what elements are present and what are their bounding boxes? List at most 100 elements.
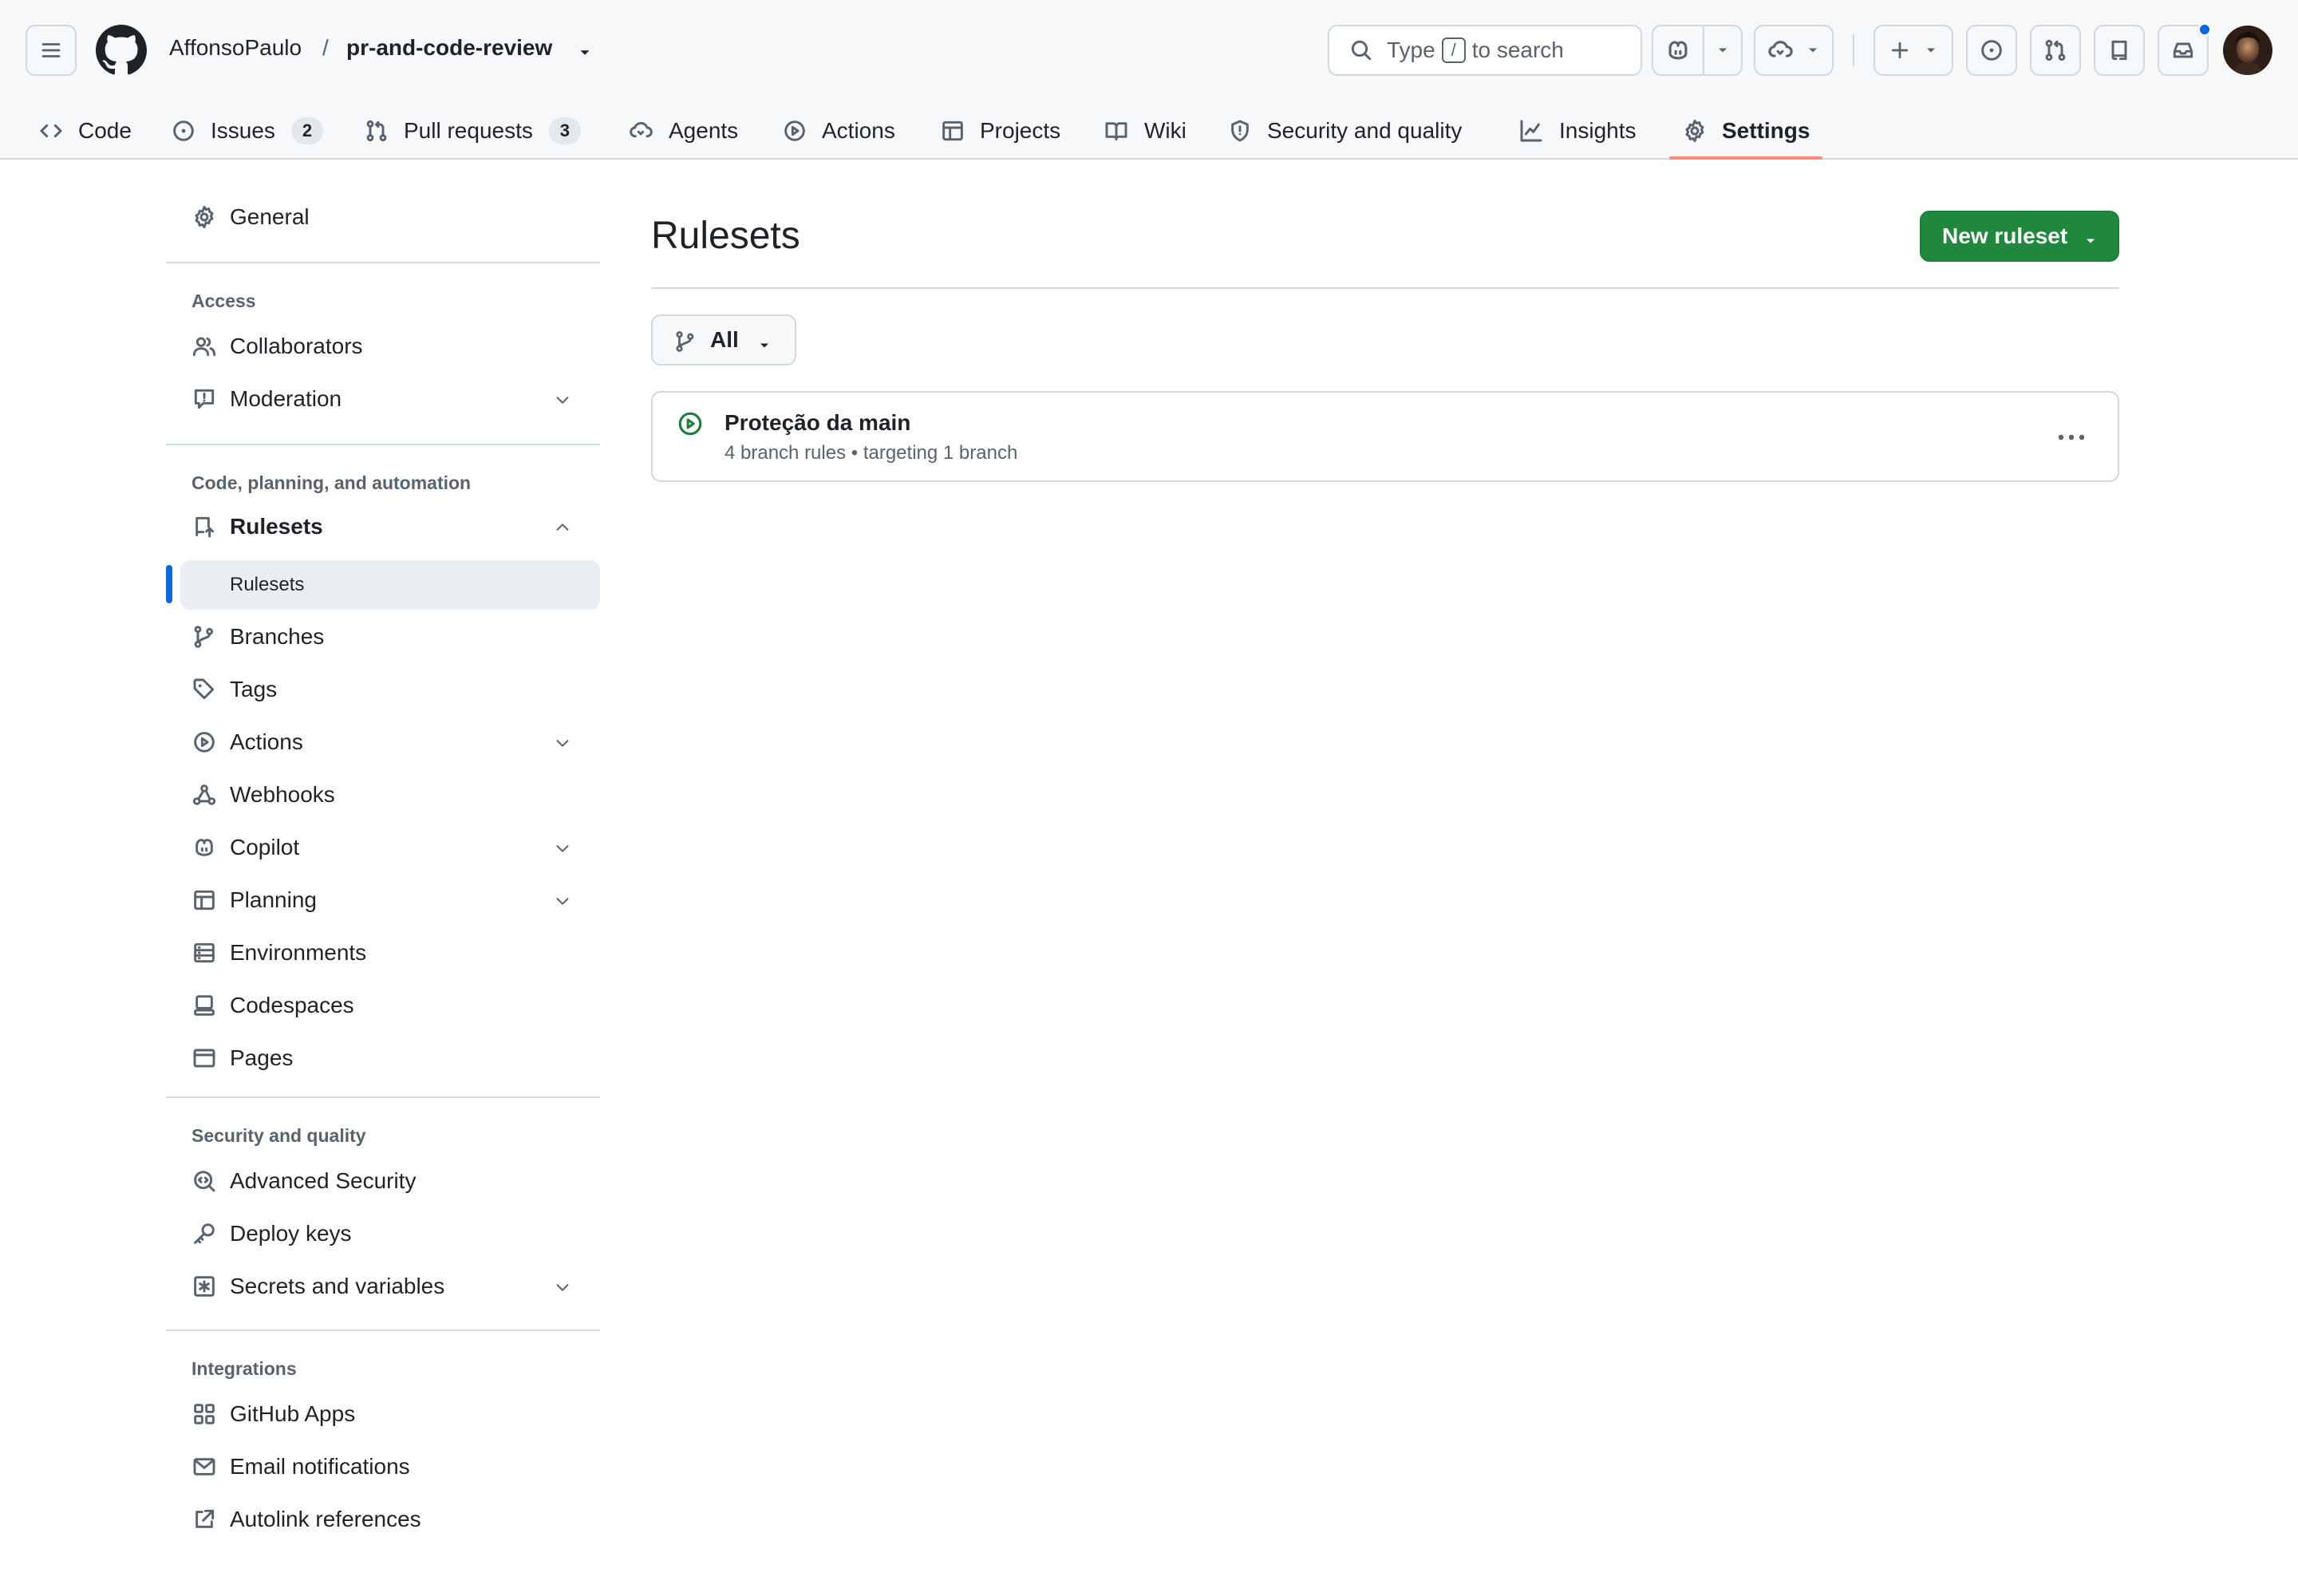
chevron-down-icon: [556, 740, 569, 747]
copilot-icon: [195, 839, 213, 856]
mail-icon: [193, 1458, 215, 1476]
section-heading-security: Security and quality: [192, 1125, 366, 1146]
new-ruleset-button[interactable]: New ruleset: [1920, 211, 2119, 262]
your-pull-requests-button[interactable]: [2030, 25, 2081, 76]
tab-pull-requests[interactable]: Pull requests 3: [364, 102, 581, 160]
ruleset-actions-button[interactable]: [2054, 423, 2089, 452]
caret-down-icon: [2087, 239, 2095, 243]
tab-wiki[interactable]: Wiki: [1103, 102, 1187, 160]
sidebar-item-github-apps[interactable]: GitHub Apps: [166, 1389, 600, 1440]
apps-icon: [194, 1404, 215, 1424]
copilot-menu-button[interactable]: [1703, 26, 1741, 74]
sidebar-item-codespaces[interactable]: Codespaces: [166, 980, 600, 1031]
copilot-split-button[interactable]: [1652, 25, 1743, 76]
git-branch-icon: [676, 331, 694, 352]
tab-label: Settings: [1722, 118, 1810, 143]
tab-label: Projects: [980, 118, 1061, 143]
play-icon: [784, 120, 805, 141]
sidebar-item-secrets-and-variables[interactable]: Secrets and variables: [166, 1261, 600, 1312]
sidebar-item-label: GitHub Apps: [230, 1401, 356, 1426]
tab-code[interactable]: Code: [38, 102, 132, 160]
caret-down-icon: [1719, 48, 1727, 53]
sidebar-item-planning[interactable]: Planning: [166, 875, 600, 926]
sidebar-item-copilot[interactable]: Copilot: [166, 822, 600, 873]
sidebar-item-webhooks[interactable]: Webhooks: [166, 769, 600, 820]
sidebar-item-collaborators[interactable]: Collaborators: [166, 321, 600, 372]
sidebar-item-environments[interactable]: Environments: [166, 927, 600, 978]
search-icon: [1351, 40, 1372, 61]
global-header: AffonsoPaulo / pr-and-code-review Type /…: [0, 0, 2298, 160]
repo-name-link[interactable]: pr-and-code-review: [346, 35, 552, 61]
repo-owner-link[interactable]: AffonsoPaulo: [169, 35, 302, 61]
tab-label: Actions: [822, 118, 895, 143]
search-input[interactable]: Type / to search: [1328, 25, 1642, 76]
tab-issues[interactable]: Issues 2: [171, 102, 323, 160]
play-icon: [194, 732, 215, 753]
section-heading-access: Access: [192, 290, 256, 311]
sidebar-item-email-notifications[interactable]: Email notifications: [166, 1441, 600, 1492]
codescan-icon: [194, 1171, 215, 1192]
sidebar-item-label: Environments: [230, 940, 367, 965]
tab-label: Code: [78, 118, 132, 143]
sidebar-item-deploy-keys[interactable]: Deploy keys: [166, 1208, 600, 1259]
plus-icon: [1891, 41, 1909, 59]
issue-opened-icon: [173, 120, 194, 141]
tab-projects[interactable]: Projects: [940, 102, 1060, 160]
sidebar-item-label: Email notifications: [230, 1454, 410, 1479]
sidebar-item-label: Tags: [230, 677, 278, 701]
copilot-button[interactable]: [1653, 26, 1703, 74]
top-bar: AffonsoPaulo / pr-and-code-review Type /…: [0, 0, 2298, 102]
sidebar-item-advanced-security[interactable]: Advanced Security: [166, 1156, 600, 1207]
ruleset-list-item[interactable]: Proteção da main 4 branch rules • target…: [651, 391, 2119, 482]
search-suffix: to search: [1471, 38, 1564, 62]
page-title: Rulesets: [651, 215, 800, 257]
sidebar-item-tags[interactable]: Tags: [166, 664, 600, 715]
issue-opened-icon: [1981, 40, 2002, 61]
search-shortcut-key: /: [1441, 38, 1466, 63]
shield-icon: [1231, 120, 1249, 142]
report-icon: [194, 389, 215, 409]
tab-label: Wiki: [1144, 118, 1187, 143]
repo-caret-down-icon[interactable]: [576, 44, 594, 61]
sidebar-item-actions[interactable]: Actions: [166, 717, 600, 768]
code-icon: [40, 124, 62, 138]
ruleset-name-link[interactable]: Proteção da main: [725, 410, 910, 436]
tab-actions[interactable]: Actions: [782, 102, 895, 160]
selected-tab-underline: [1669, 156, 1822, 160]
your-issues-button[interactable]: [1966, 25, 2017, 76]
new-ruleset-label: New ruleset: [1942, 223, 2068, 248]
sidebar-item-label: Planning: [230, 887, 317, 912]
table-icon: [194, 890, 215, 911]
sidebar-item-branches[interactable]: Branches: [166, 611, 600, 662]
sidebar-item-label: Copilot: [230, 835, 300, 859]
sidebar-item-rulesets[interactable]: Rulesets: [166, 501, 600, 552]
agents-menu-button[interactable]: [1754, 25, 1834, 76]
open-menu-button[interactable]: [26, 25, 77, 76]
server-icon: [194, 942, 215, 963]
sidebar-item-label: Actions: [230, 729, 303, 754]
github-logo-icon[interactable]: [96, 25, 147, 76]
sidebar-item-moderation[interactable]: Moderation: [166, 373, 600, 425]
repositories-button[interactable]: [2094, 25, 2145, 76]
tab-insights[interactable]: Insights: [1518, 102, 1637, 160]
sidebar-item-label: Secrets and variables: [230, 1274, 445, 1298]
create-new-button[interactable]: [1874, 25, 1953, 76]
sidebar-item-pages[interactable]: Pages: [166, 1033, 600, 1084]
people-icon: [192, 337, 216, 357]
tab-settings[interactable]: Settings: [1682, 102, 1810, 160]
tab-security-and-quality[interactable]: Security and quality: [1227, 102, 1462, 160]
agent-icon: [630, 121, 653, 138]
target-filter-button[interactable]: All: [651, 314, 796, 365]
sidebar-item-autolink-references[interactable]: Autolink references: [166, 1494, 600, 1545]
sidebar-item-label: Moderation: [230, 386, 342, 411]
avatar[interactable]: [2223, 26, 2272, 75]
user-avatar-icon: [2223, 26, 2272, 75]
sidebar-subitem-label: Rulesets: [230, 574, 305, 595]
caret-down-icon: [1809, 48, 1817, 53]
book-icon: [1105, 122, 1127, 141]
sidebar-item-label: Codespaces: [230, 993, 354, 1017]
sidebar-item-general[interactable]: General: [166, 192, 600, 243]
tab-agents[interactable]: Agents: [627, 102, 738, 160]
pull-requests-counter: 3: [548, 117, 581, 144]
sidebar-subitem-rulesets[interactable]: Rulesets: [180, 560, 600, 610]
